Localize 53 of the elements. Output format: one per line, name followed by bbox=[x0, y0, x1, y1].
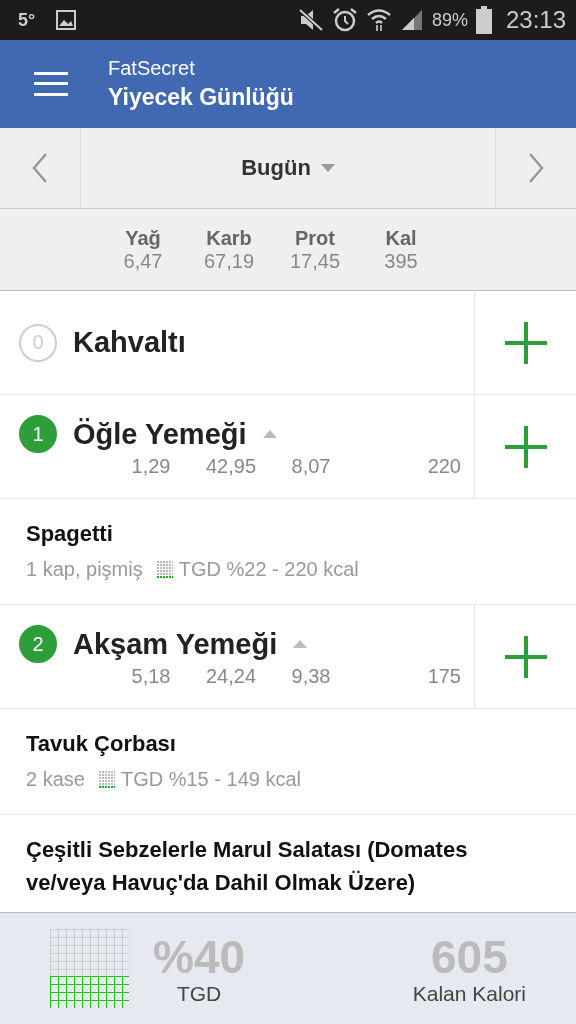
image-icon bbox=[55, 9, 78, 31]
screen-title: Yiyecek Günlüğü bbox=[108, 84, 294, 111]
food-daily-value: TGD %15 - 149 kcal bbox=[120, 768, 301, 791]
chevron-right-icon bbox=[528, 153, 544, 183]
alarm-icon bbox=[331, 7, 358, 33]
nutrient-value: 17,45 bbox=[289, 249, 341, 273]
battery-percent: 89% bbox=[431, 9, 468, 31]
daily-value-grid-icon bbox=[156, 561, 173, 578]
caret-icon bbox=[320, 164, 335, 172]
temperature-text: 5° bbox=[18, 9, 36, 31]
food-name: Çeşitli Sebzelerle Marul Salatası (Domates ve/veya Havuç'da Dahil Olmak Üzere) bbox=[26, 836, 469, 897]
meal-nutrient-value: 5,18 bbox=[130, 665, 172, 688]
battery-icon bbox=[475, 6, 492, 34]
nutrient-label: Yağ bbox=[125, 226, 161, 250]
food-name: Tavuk Çorbası bbox=[26, 730, 177, 758]
nutrient-value: 6,47 bbox=[123, 249, 163, 273]
clock-time: 23:13 bbox=[505, 6, 566, 34]
meal-nutrient-value: 24,24 bbox=[204, 665, 258, 688]
nutrient-label: Prot bbox=[295, 226, 335, 250]
mute-icon bbox=[297, 8, 324, 32]
daily-value-label: TGD bbox=[176, 981, 222, 1006]
meal-name: Öğle Yemeği bbox=[73, 417, 247, 451]
meal-name: Kahvaltı bbox=[73, 326, 186, 359]
plus-icon bbox=[504, 321, 547, 364]
meal-nutrient-value: 42,95 bbox=[204, 455, 258, 478]
meal-nutrient-value: 220 bbox=[426, 455, 461, 478]
plus-icon bbox=[504, 635, 547, 678]
meal-count-badge: 2 bbox=[19, 625, 57, 663]
meal-nutrient-value: 175 bbox=[426, 665, 461, 688]
menu-icon[interactable] bbox=[34, 72, 68, 96]
collapse-caret-icon[interactable] bbox=[262, 430, 277, 438]
nutrient-value: 395 bbox=[384, 249, 418, 273]
date-dropdown[interactable]: Bugün bbox=[80, 128, 496, 208]
food-name: Spagetti bbox=[26, 520, 114, 548]
app-name: FatSecret bbox=[108, 57, 196, 80]
food-portion: 1 kap, pişmiş bbox=[26, 558, 143, 581]
meal-name: Akşam Yemeği bbox=[73, 627, 278, 661]
daily-value-grid-icon bbox=[98, 771, 115, 788]
food-daily-value: TGD %22 - 220 kcal bbox=[178, 558, 359, 581]
meal-nutrient-value: 8,07 bbox=[290, 455, 332, 478]
meal-nutrient-value: 9,38 bbox=[290, 665, 332, 688]
wifi-icon bbox=[365, 7, 392, 33]
food-entry[interactable]: Tavuk Çorbası 2 kase TGD %15 - 149 kcal bbox=[0, 709, 576, 815]
food-portion: 2 kase bbox=[26, 768, 85, 791]
nutrient-label: Kal bbox=[385, 226, 417, 250]
collapse-caret-icon[interactable] bbox=[293, 640, 308, 648]
chevron-left-icon bbox=[32, 153, 48, 183]
meal-nutrient-value: 1,29 bbox=[130, 455, 172, 478]
remaining-calories-label: Kalan Kalori bbox=[412, 981, 526, 1006]
plus-icon bbox=[504, 425, 547, 468]
meal-count-badge: 1 bbox=[19, 415, 57, 453]
nutrient-value: 67,19 bbox=[203, 249, 255, 273]
nutrient-label: Karb bbox=[206, 226, 252, 250]
